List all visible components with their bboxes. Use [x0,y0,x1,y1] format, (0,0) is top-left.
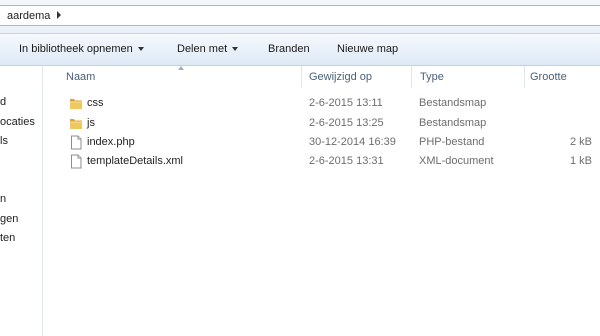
navigation-pane: d ocaties ls n gen ten [0,66,43,336]
column-divider[interactable] [524,66,525,88]
address-area: aardema [0,0,600,33]
burn-button[interactable]: Branden [268,43,310,55]
column-header-name[interactable]: Naam [66,71,95,83]
address-bar[interactable]: aardema [0,5,600,26]
share-with-label: Delen met [177,43,228,55]
include-in-library-label: In bibliotheek opnemen [19,43,133,55]
share-with-button[interactable]: Delen met [177,43,239,55]
nav-item[interactable]: n [0,193,6,205]
file-size: 1 kB [569,155,592,167]
file-icon [71,154,82,169]
file-size: 2 kB [569,136,592,148]
new-folder-button[interactable]: Nieuwe map [337,43,398,55]
column-header-size[interactable]: Grootte [530,71,567,83]
file-type: Bestandsmap [419,97,487,109]
column-divider[interactable] [301,66,302,88]
file-modified: 2-6-2015 13:31 [309,155,384,167]
breadcrumb-aardema[interactable]: aardema [7,10,50,22]
column-headers: Naam Gewijzigd op Type Grootte [43,66,600,88]
sort-ascending-icon [178,66,184,70]
column-divider[interactable] [411,66,412,88]
file-name: templateDetails.xml [87,155,183,167]
file-type: Bestandsmap [419,117,487,129]
file-row-templatedetails-xml[interactable]: templateDetails.xml 2-6-2015 13:31 XML-d… [43,152,600,171]
nav-item[interactable]: ocaties [0,116,35,128]
nav-item[interactable]: gen [0,213,18,225]
file-name: index.php [87,136,135,148]
nav-item[interactable]: d [0,96,6,108]
file-row-css[interactable]: css 2-6-2015 13:11 Bestandsmap [43,94,600,113]
file-row-js[interactable]: js 2-6-2015 13:25 Bestandsmap [43,114,600,133]
chevron-down-icon [137,47,144,51]
file-type: XML-document [419,155,494,167]
file-icon [71,135,82,150]
nav-item[interactable]: ten [0,232,15,244]
file-name: js [87,117,95,129]
file-modified: 2-6-2015 13:25 [309,117,384,129]
column-header-type[interactable]: Type [420,71,444,83]
include-in-library-button[interactable]: In bibliotheek opnemen [19,43,144,55]
folder-icon [70,119,82,129]
chevron-down-icon [232,47,239,51]
command-toolbar: In bibliotheek opnemen Delen met Branden… [0,33,600,66]
breadcrumb-arrow-icon[interactable] [57,11,61,19]
file-modified: 30-12-2014 16:39 [309,136,396,148]
file-name: css [87,97,104,109]
nav-item[interactable]: ls [0,135,8,147]
file-row-index-php[interactable]: index.php 30-12-2014 16:39 PHP-bestand 2… [43,133,600,152]
file-type: PHP-bestand [419,136,485,148]
folder-icon [70,99,82,109]
file-modified: 2-6-2015 13:11 [309,97,383,109]
column-header-modified[interactable]: Gewijzigd op [309,71,372,83]
